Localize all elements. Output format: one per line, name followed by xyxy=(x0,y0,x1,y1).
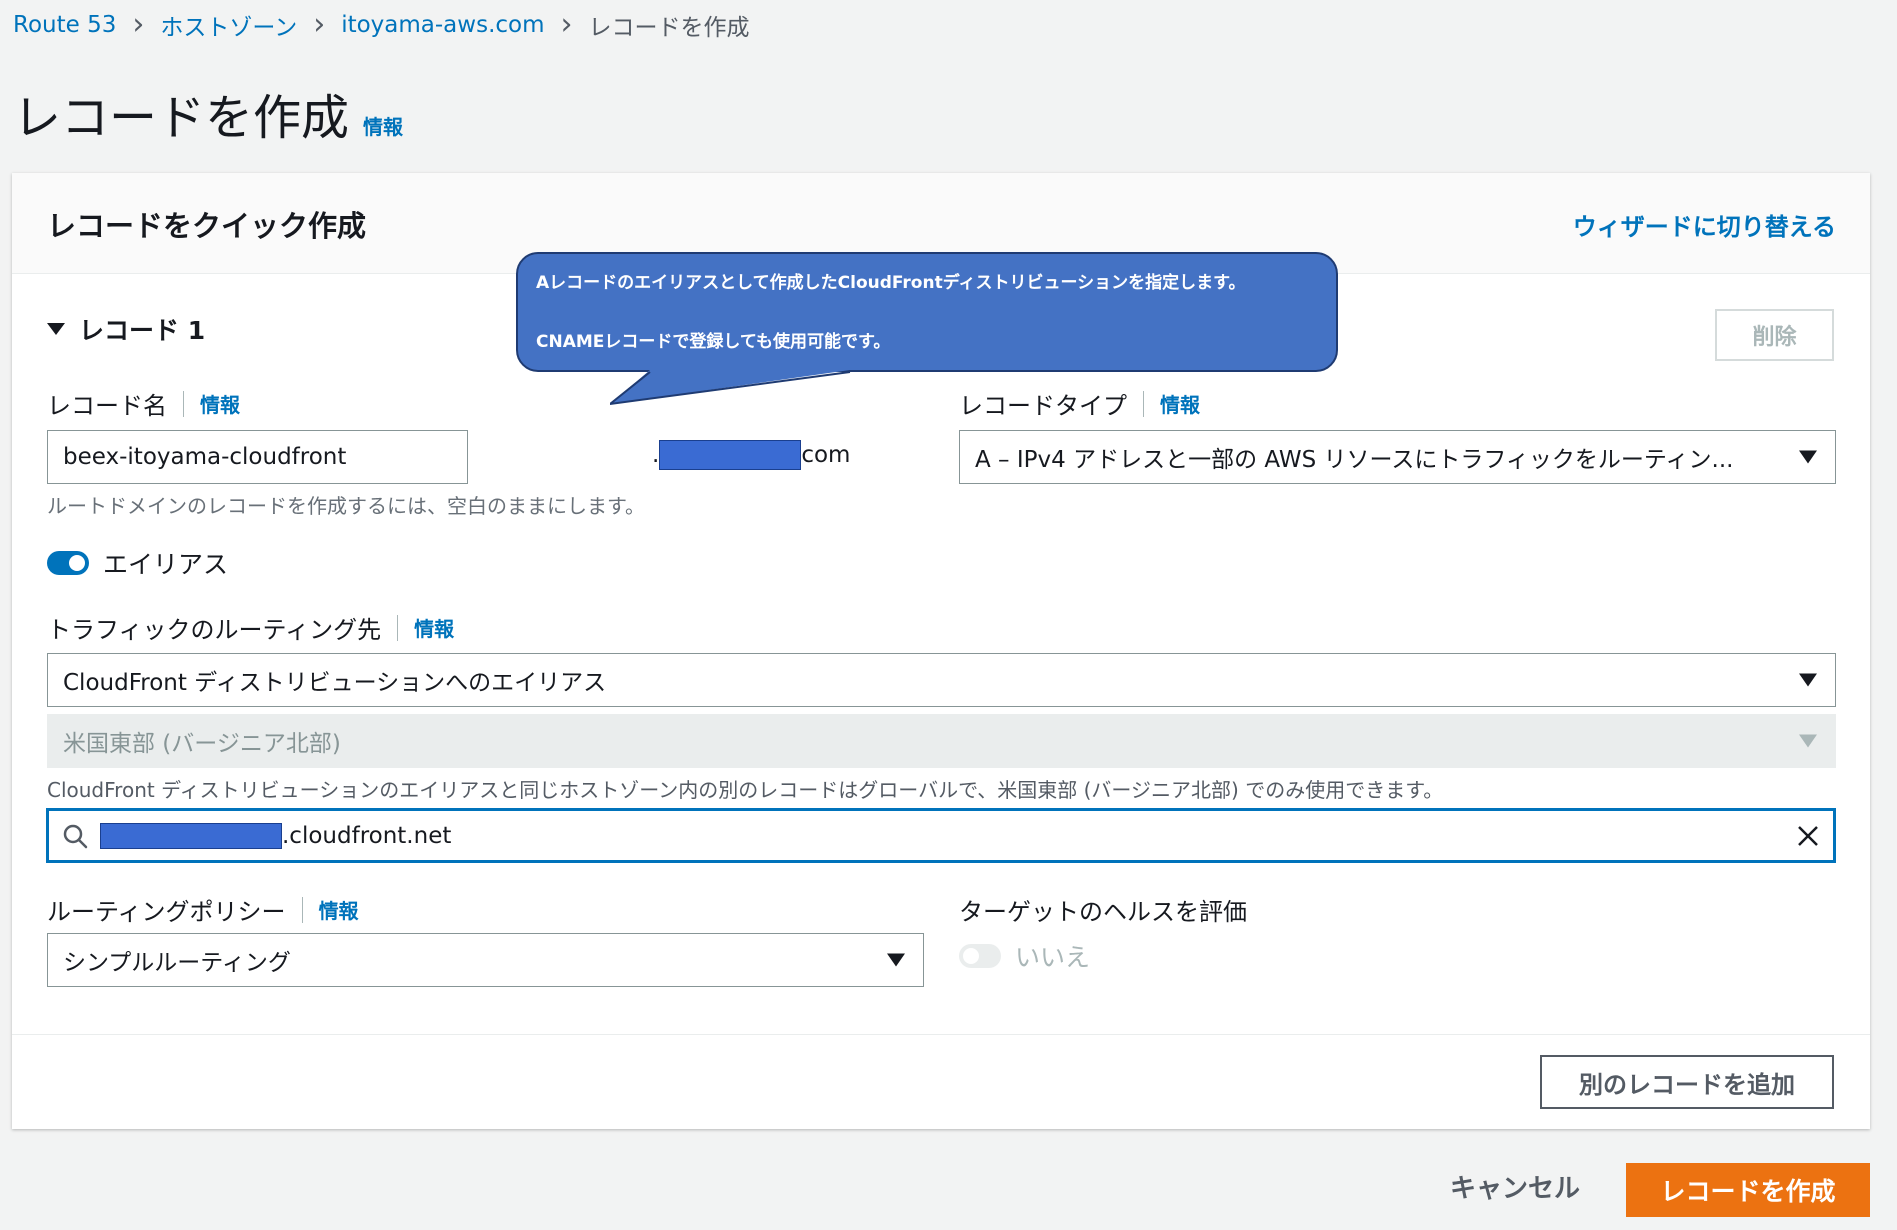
annotation-callout: Aレコードのエイリアスとして作成したCloudFrontディストリビューションを… xyxy=(516,252,1338,372)
panel-title: レコードをクイック作成 xyxy=(47,209,367,243)
redacted-block xyxy=(100,822,282,849)
callout-line-2: CNAMEレコードで登録しても使用可能です。 xyxy=(536,332,891,352)
dropdown-arrow-icon xyxy=(1799,450,1817,464)
record-type-info-link[interactable]: 情報 xyxy=(1160,389,1200,418)
redacted-block xyxy=(659,440,802,470)
chevron-right-icon: › xyxy=(560,7,573,42)
callout-line-1: Aレコードのエイリアスとして作成したCloudFrontディストリビューションを… xyxy=(536,273,1246,293)
chevron-right-icon: › xyxy=(132,7,145,42)
record-section-toggle[interactable]: レコード 1 xyxy=(47,311,205,347)
evaluate-health-toggle: いいえ xyxy=(959,938,1090,974)
caret-down-icon xyxy=(47,323,65,335)
toggle-switch xyxy=(959,944,1001,968)
cancel-button[interactable]: キャンセル xyxy=(1450,1168,1580,1205)
alias-toggle[interactable]: エイリアス xyxy=(47,545,228,581)
callout-tail xyxy=(610,370,851,406)
dropdown-arrow-icon xyxy=(1799,673,1817,687)
breadcrumb-current: レコードを作成 xyxy=(588,15,750,41)
dropdown-arrow-icon xyxy=(887,953,905,967)
page-header: レコードを作成 情報 xyxy=(13,78,403,148)
policy-label-row: ルーティングポリシー 情報 xyxy=(47,892,359,927)
divider xyxy=(1143,390,1144,417)
toggle-knob xyxy=(963,948,979,964)
breadcrumb-route53[interactable]: Route 53 xyxy=(13,12,116,38)
page-info-link[interactable]: 情報 xyxy=(363,111,403,140)
alias-label: エイリアス xyxy=(103,550,229,579)
record-type-label-row: レコードタイプ 情報 xyxy=(959,386,1200,421)
routing-policy-label: ルーティングポリシー xyxy=(47,898,286,926)
policy-info-link[interactable]: 情報 xyxy=(319,895,359,924)
evaluate-health-value: いいえ xyxy=(1015,943,1091,972)
record-name-label-row: レコード名 情報 xyxy=(47,386,240,421)
add-another-record-button[interactable]: 別のレコードを追加 xyxy=(1540,1055,1834,1109)
route-label-row: トラフィックのルーティング先 情報 xyxy=(47,610,454,645)
panel-divider xyxy=(12,1034,1870,1035)
route-traffic-label: トラフィックのルーティング先 xyxy=(47,616,382,644)
record-name-info-link[interactable]: 情報 xyxy=(200,389,240,418)
routing-policy-select[interactable]: シンプルルーティング xyxy=(47,933,924,987)
page-title: レコードを作成 xyxy=(13,90,350,146)
region-value: 米国東部 (バージニア北部) xyxy=(63,731,341,757)
route-info-link[interactable]: 情報 xyxy=(414,613,454,642)
divider xyxy=(183,390,184,417)
record-name-hint: ルートドメインのレコードを作成するには、空白のままにします。 xyxy=(47,494,645,518)
health-label-row: ターゲットのヘルスを評価 xyxy=(959,892,1247,927)
divider xyxy=(397,614,399,641)
region-select: 米国東部 (バージニア北部) xyxy=(47,714,1836,768)
switch-to-wizard-link[interactable]: ウィザードに切り替える xyxy=(1573,207,1836,242)
search-icon xyxy=(63,824,88,848)
region-hint: CloudFront ディストリビューションのエイリアスと同じホストゾーン内の別… xyxy=(47,778,1444,802)
breadcrumb-hosted-zones[interactable]: ホストゾーン xyxy=(160,8,297,42)
domain-suffix-text: com xyxy=(801,442,851,468)
dropdown-arrow-icon xyxy=(1799,734,1817,748)
create-records-button[interactable]: レコードを作成 xyxy=(1626,1163,1870,1217)
record-type-label: レコードタイプ xyxy=(959,392,1127,420)
toggle-knob xyxy=(69,555,85,571)
breadcrumb: Route 53 › ホストゾーン › itoyama-aws.com › レコ… xyxy=(13,8,750,42)
chevron-right-icon: › xyxy=(313,7,326,42)
divider xyxy=(301,896,303,923)
record-section-label: レコード 1 xyxy=(79,316,206,345)
route-target-value: CloudFront ディストリビューションへのエイリアス xyxy=(63,670,607,696)
routing-policy-value: シンプルルーティング xyxy=(63,950,291,976)
route-target-select[interactable]: CloudFront ディストリビューションへのエイリアス xyxy=(47,653,1836,707)
record-name-label: レコード名 xyxy=(47,392,167,420)
distribution-search-input[interactable]: .cloudfront.net xyxy=(46,808,1836,863)
record-type-value: A – IPv4 アドレスと一部の AWS リソースにトラフィックをルーティン.… xyxy=(975,447,1734,473)
evaluate-health-label: ターゲットのヘルスを評価 xyxy=(959,898,1247,926)
delete-record-button[interactable]: 削除 xyxy=(1715,309,1834,361)
close-icon[interactable] xyxy=(1796,824,1820,848)
distribution-domain-suffix: .cloudfront.net xyxy=(282,822,452,849)
record-domain-suffix: . com xyxy=(652,440,850,470)
record-type-select[interactable]: A – IPv4 アドレスと一部の AWS リソースにトラフィックをルーティン.… xyxy=(959,430,1836,484)
toggle-switch[interactable] xyxy=(47,551,89,575)
breadcrumb-domain[interactable]: itoyama-aws.com xyxy=(341,12,544,38)
record-name-input[interactable]: beex-itoyama-cloudfront xyxy=(47,430,468,484)
dot-separator: . xyxy=(652,442,660,468)
